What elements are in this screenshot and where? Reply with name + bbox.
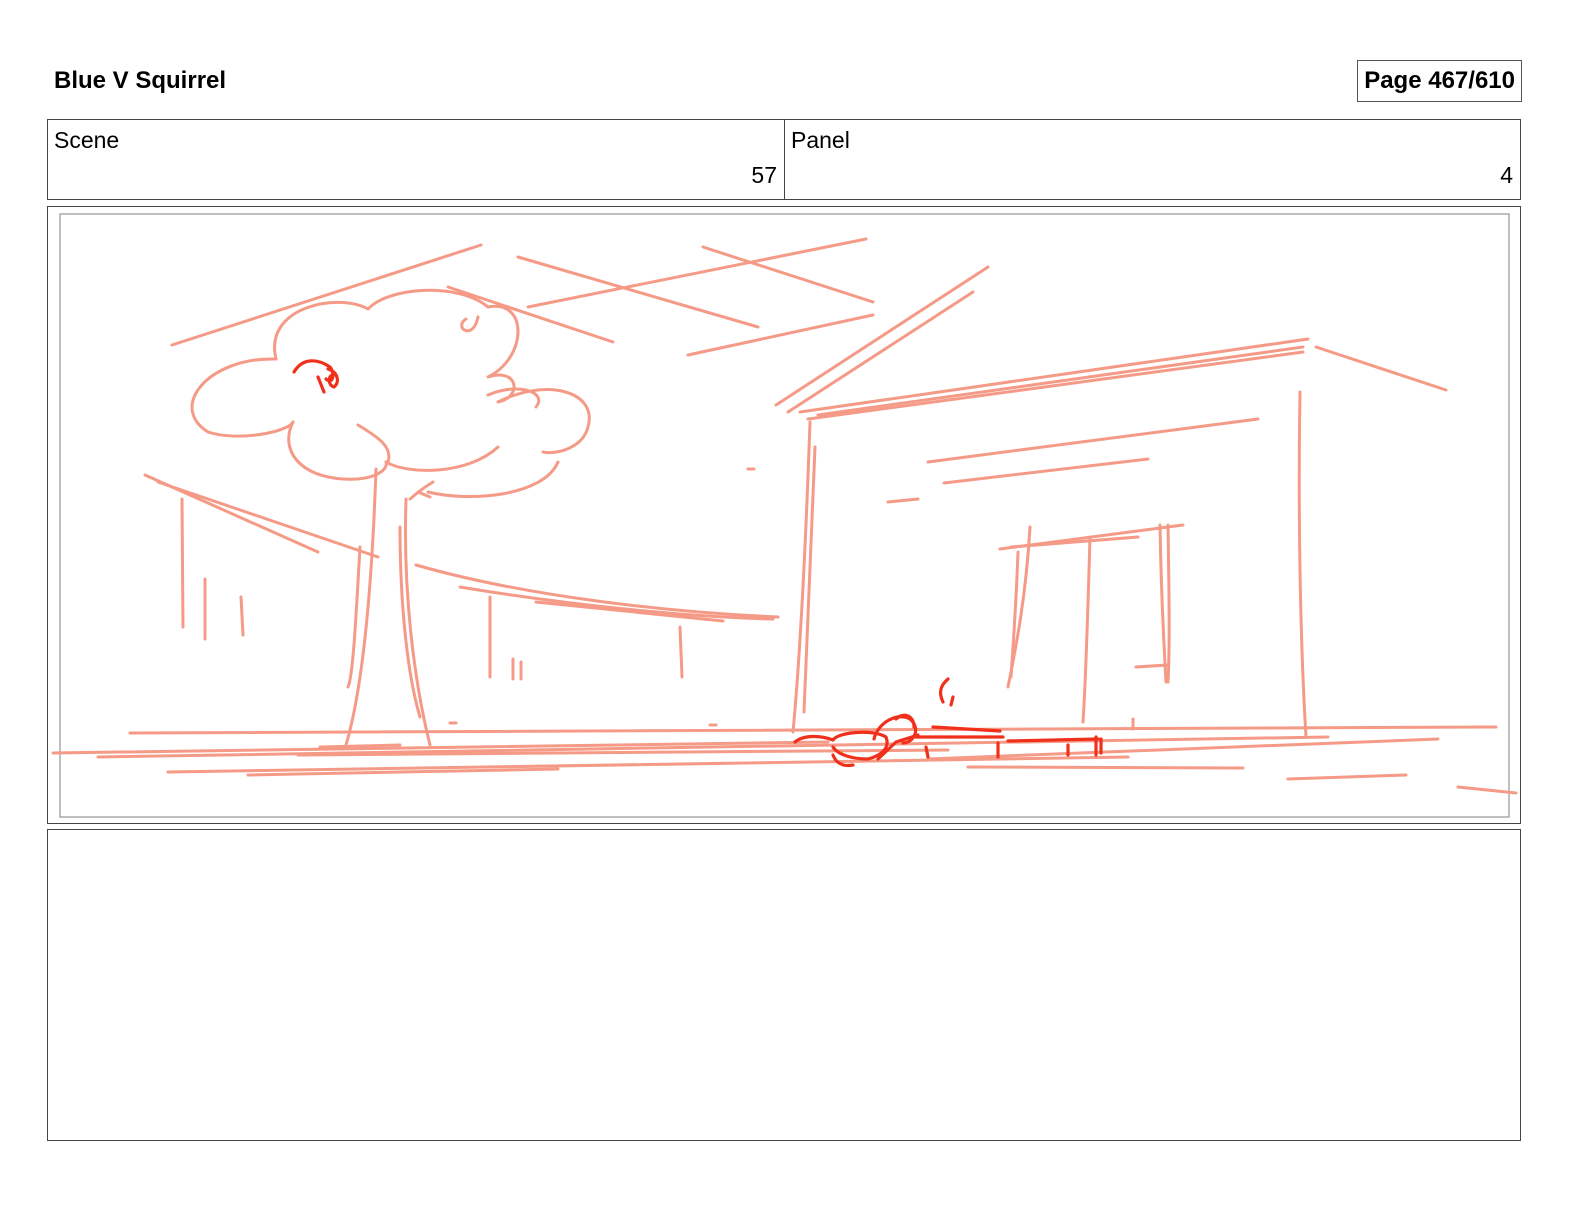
sky-line — [686, 313, 875, 357]
tree-canopy — [190, 357, 295, 438]
tree-trunk — [346, 545, 362, 689]
squirrel-body — [316, 375, 326, 394]
ground-line — [128, 725, 1498, 735]
house-wall-corner — [791, 420, 812, 734]
project-title: Blue V Squirrel — [54, 67, 227, 94]
squirrel-head — [292, 359, 335, 383]
sky-line — [786, 290, 975, 414]
sky-line — [774, 265, 990, 407]
house-roof-line — [806, 350, 1305, 421]
motion-line — [949, 695, 955, 707]
ground-line — [1286, 773, 1408, 781]
fence-top — [156, 480, 380, 559]
fence-post — [511, 657, 523, 681]
character-leg — [1006, 737, 1100, 743]
sky-line — [170, 243, 483, 347]
tree-base — [318, 743, 402, 749]
panel-number: 4 — [1500, 162, 1513, 188]
tree-branch — [356, 423, 391, 464]
door-step — [1134, 663, 1170, 669]
scene-panel-info-row: Scene 57 Panel 4 — [47, 119, 1521, 200]
house-wall-line — [926, 417, 1260, 464]
tree-canopy — [426, 460, 560, 499]
door-frame-side — [1158, 523, 1168, 684]
scene-number: 57 — [751, 162, 777, 188]
ground-line — [1456, 785, 1518, 795]
ground-line — [966, 765, 1245, 770]
background-sketch-lines — [51, 237, 1518, 795]
sky-line — [526, 237, 868, 309]
house-roof-line — [816, 345, 1305, 417]
storyboard-panel-frame — [47, 206, 1521, 824]
house-wall-corner — [802, 445, 817, 714]
fence-post — [239, 595, 245, 637]
tree-trunk — [344, 467, 378, 747]
ground-line — [96, 735, 1330, 759]
house-roof-line — [798, 337, 1310, 414]
tree-canopy — [287, 420, 388, 481]
tree-canopy — [273, 288, 520, 404]
house-roof-line — [1314, 345, 1448, 392]
tree-canopy — [384, 445, 500, 472]
panel-cell: Panel 4 — [784, 120, 1520, 199]
tree-canopy — [496, 388, 591, 455]
door-frame-side — [1166, 523, 1171, 684]
tree-canopy — [460, 315, 480, 333]
house-wall-corner — [1297, 390, 1308, 739]
house-wall-line — [886, 497, 920, 504]
panel-label: Panel — [791, 127, 850, 153]
character-sketch — [292, 359, 1103, 768]
scene-label: Scene — [54, 127, 120, 153]
motion-line — [938, 677, 950, 704]
ground-line — [166, 755, 1130, 774]
door-frame-side — [1081, 535, 1092, 724]
storyboard-sketch — [51, 213, 1518, 818]
house-wall-line — [942, 457, 1150, 485]
scene-cell: Scene 57 — [48, 120, 784, 199]
page-counter: Page 467/610 — [1357, 60, 1522, 102]
character-limb — [924, 745, 930, 759]
fence-post — [180, 497, 185, 629]
tree-branch — [408, 480, 435, 501]
fence-post — [678, 625, 684, 679]
panel-notes-box — [47, 829, 1521, 1141]
